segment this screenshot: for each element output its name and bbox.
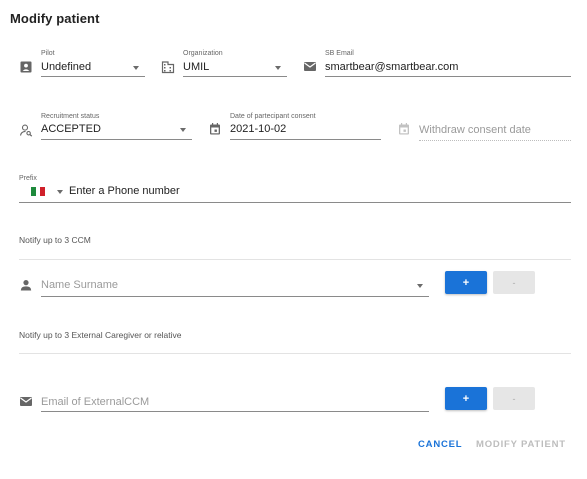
calendar-icon[interactable]	[208, 122, 222, 136]
pilot-label: Pilot	[41, 50, 55, 57]
ccm-divider	[19, 259, 571, 260]
phone-underline	[19, 202, 571, 203]
remove-ccm-button[interactable]: -	[493, 271, 535, 294]
remove-caregiver-button[interactable]: -	[493, 387, 535, 410]
phone-number-input[interactable]: Enter a Phone number	[69, 184, 180, 198]
ccm-name-input[interactable]: Name Surname	[41, 278, 118, 292]
pilot-underline	[41, 76, 145, 77]
pilot-select[interactable]: Undefined	[41, 60, 91, 74]
email-icon	[303, 59, 317, 73]
person-icon	[19, 278, 33, 292]
caregiver-section-title: Notify up to 3 External Caregiver or rel…	[19, 330, 182, 340]
withdraw-consent-underline	[419, 140, 571, 141]
recruitment-status-underline	[41, 139, 192, 140]
calendar-icon	[397, 122, 411, 136]
withdraw-consent-field: Withdraw consent date	[419, 124, 531, 136]
recruitment-status-select[interactable]: ACCEPTED	[41, 122, 101, 136]
contact-card-icon	[19, 60, 33, 74]
recruitment-status-label: Recruitment status	[41, 113, 100, 120]
italy-flag-icon[interactable]	[31, 187, 46, 196]
add-caregiver-button[interactable]: +	[445, 387, 487, 410]
chevron-down-icon[interactable]	[275, 66, 281, 70]
dialog-title: Modify patient	[10, 11, 100, 26]
modify-patient-button[interactable]: MODIFY PATIENT	[476, 439, 566, 450]
caregiver-email-underline	[41, 411, 429, 412]
chevron-down-icon[interactable]	[57, 190, 63, 194]
add-ccm-button[interactable]: +	[445, 271, 487, 294]
ccm-name-underline	[41, 296, 429, 297]
organization-select[interactable]: UMIL	[183, 60, 209, 74]
chevron-down-icon[interactable]	[133, 66, 139, 70]
ccm-section-title: Notify up to 3 CCM	[19, 235, 91, 245]
sb-email-underline	[325, 76, 571, 77]
sb-email-label: SB Email	[325, 50, 354, 57]
chevron-down-icon[interactable]	[417, 284, 423, 288]
email-icon	[19, 394, 33, 408]
building-icon	[161, 60, 175, 74]
prefix-label: Prefix	[19, 175, 37, 182]
person-search-icon	[19, 123, 33, 137]
consent-date-label: Date of partecipant consent	[230, 113, 316, 120]
consent-date-underline	[230, 139, 381, 140]
chevron-down-icon[interactable]	[180, 128, 186, 132]
consent-date-field[interactable]: 2021-10-02	[230, 122, 286, 136]
caregiver-divider	[19, 353, 571, 354]
organization-label: Organization	[183, 50, 223, 57]
cancel-button[interactable]: CANCEL	[418, 439, 462, 450]
sb-email-field[interactable]: smartbear@smartbear.com	[325, 60, 458, 74]
caregiver-email-input[interactable]: Email of ExternalCCM	[41, 395, 149, 409]
organization-underline	[183, 76, 287, 77]
